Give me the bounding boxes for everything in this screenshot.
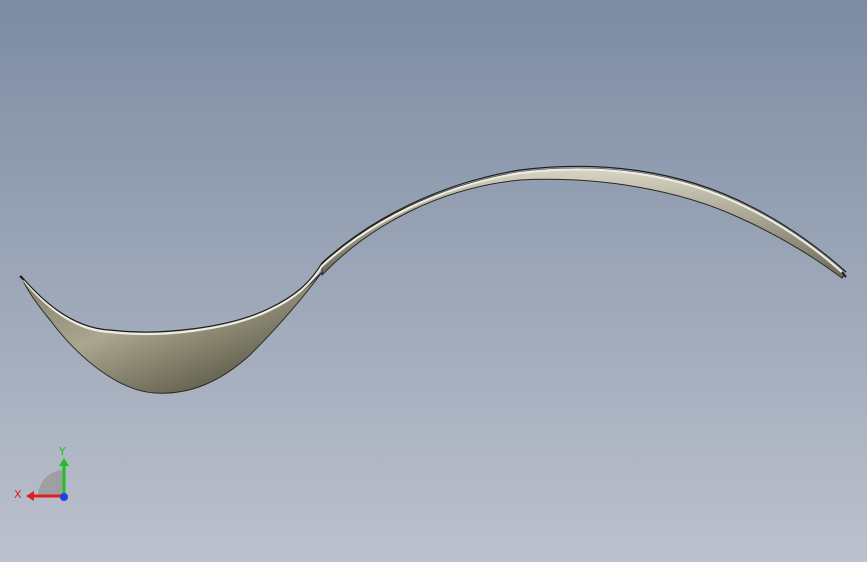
blade-top-edge-outline xyxy=(20,165,847,333)
reference-triad[interactable]: Y X xyxy=(10,440,80,510)
x-axis-label: X xyxy=(14,488,22,501)
blade-arch-face xyxy=(321,167,846,279)
x-axis-arrow xyxy=(26,491,34,501)
triad-plane-disc xyxy=(38,470,64,496)
blade-left-tip xyxy=(19,275,25,281)
blade-model[interactable] xyxy=(0,0,867,562)
graphics-viewport[interactable]: Y X xyxy=(0,0,867,562)
z-axis-origin xyxy=(60,493,68,501)
y-axis-label: Y xyxy=(58,445,66,458)
y-axis-arrow xyxy=(59,458,69,466)
